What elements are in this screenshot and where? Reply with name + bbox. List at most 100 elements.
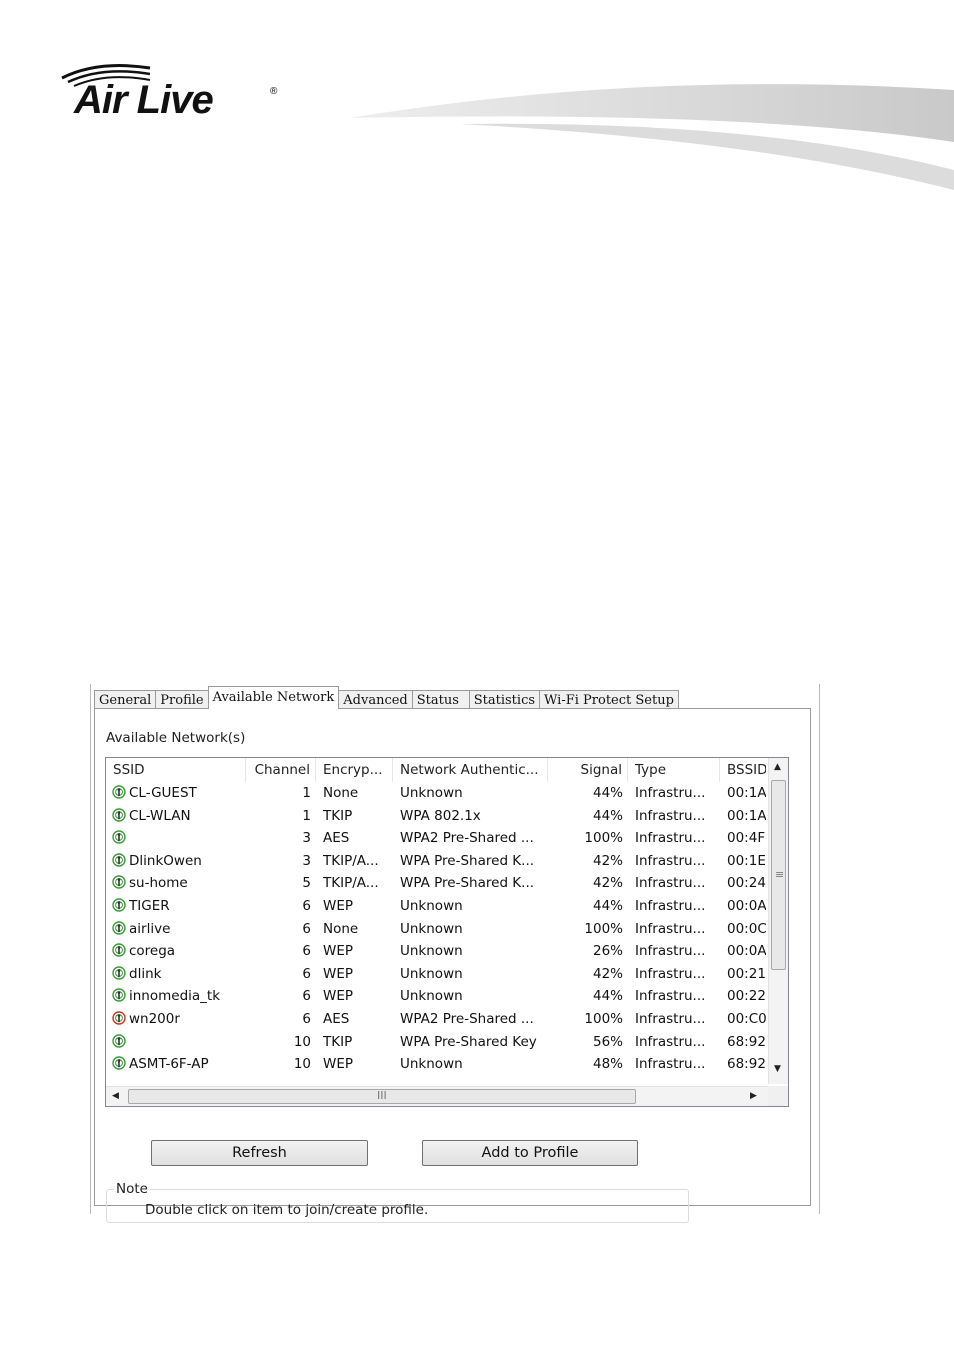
- cell-auth: WPA Pre-Shared K...: [400, 852, 535, 869]
- table-row[interactable]: 10 TKIP WPA Pre-Shared Key 56% Infrastru... 6…: [106, 1031, 766, 1053]
- ssid-text: TIGER: [129, 898, 170, 914]
- cell-encryption: TKIP: [323, 807, 353, 824]
- tab-profile[interactable]: Profile: [155, 690, 209, 709]
- cell-bssid: 00:1A: [727, 785, 766, 801]
- table-row[interactable]: ASMT-6F-AP 10 WEP Unknown 48% Infrastru... 68:…: [106, 1053, 766, 1075]
- table-row[interactable]: corega 6 WEP Unknown 26% Infrastru... 00:0A: [106, 940, 766, 962]
- wifi-ap-icon: [112, 875, 126, 890]
- cell-channel: 1: [302, 807, 311, 824]
- tab-general[interactable]: General: [94, 690, 157, 709]
- column-header-type[interactable]: Type: [628, 758, 720, 782]
- table-row[interactable]: airlive 6 None Unknown 100% Infrastru... 00:0C: [106, 918, 766, 940]
- wifi-ap-icon: [112, 943, 126, 957]
- cell-bssid: 68:92: [727, 1033, 766, 1050]
- cell-ssid: TIGER: [106, 895, 246, 917]
- wifi-ap-icon: [112, 830, 126, 844]
- cell-encryption: WEP: [323, 943, 354, 960]
- cell-signal: 48%: [592, 1056, 623, 1073]
- add-to-profile-button[interactable]: Add to Profile: [422, 1140, 638, 1166]
- tab-statistics[interactable]: Statistics: [468, 690, 541, 709]
- cell-type: Infrastru...: [635, 807, 706, 824]
- tab-advanced[interactable]: Advanced: [338, 690, 413, 709]
- cell-ssid: wn200r: [106, 1008, 246, 1030]
- column-header-auth[interactable]: Network Authentic...: [393, 758, 548, 782]
- vertical-scrollbar[interactable]: ▲ ≡ ▼: [768, 758, 788, 1084]
- cell-ssid: DlinkOwen: [106, 850, 246, 872]
- ssid-text: corega: [129, 943, 176, 960]
- cell-ssid: airlive: [106, 918, 246, 940]
- cell-type: Infrastru...: [635, 965, 706, 982]
- cell-channel: 1: [302, 785, 311, 801]
- refresh-button[interactable]: Refresh: [151, 1140, 368, 1166]
- grip-icon: III: [377, 1089, 387, 1102]
- ssid-text: ASMT-6F-AP: [129, 1056, 209, 1073]
- ssid-text: CL-WLAN: [129, 807, 191, 824]
- scroll-down-arrow-icon[interactable]: ▼: [774, 1064, 781, 1074]
- cell-type: Infrastru...: [635, 875, 706, 892]
- network-list[interactable]: SSID Channel Encryp... Network Authentic…: [105, 757, 789, 1107]
- cell-bssid: 00:24: [727, 875, 766, 892]
- cell-channel: 6: [302, 965, 311, 982]
- column-header-signal[interactable]: Signal: [548, 758, 628, 782]
- cell-encryption: AES: [323, 830, 350, 847]
- cell-bssid: 00:22: [727, 988, 766, 1005]
- cell-bssid: 00:1A: [727, 807, 766, 824]
- cell-encryption: TKIP/A...: [323, 875, 379, 892]
- cell-bssid: 00:21: [727, 965, 766, 982]
- cell-auth: Unknown: [400, 943, 463, 960]
- column-header-bssid[interactable]: BSSID: [720, 758, 766, 782]
- scroll-left-arrow-icon[interactable]: ◀: [112, 1091, 119, 1101]
- note-title: Note: [114, 1181, 150, 1197]
- cell-type: Infrastru...: [635, 1056, 706, 1073]
- table-row[interactable]: CL-GUEST 1 None Unknown 44% Infrastru... 00:1A: [106, 782, 766, 804]
- cell-ssid: corega: [106, 940, 246, 962]
- cell-ssid: [106, 827, 246, 849]
- cell-signal: 100%: [584, 830, 623, 847]
- table-row[interactable]: innomedia_tk 6 WEP Unknown 44% Infrastru... 00…: [106, 985, 766, 1007]
- cell-channel: 6: [302, 943, 311, 960]
- ssid-text: airlive: [129, 920, 171, 937]
- tab-wifi-protect-setup[interactable]: Wi-Fi Protect Setup: [539, 690, 679, 709]
- vertical-scroll-thumb[interactable]: ≡: [771, 780, 786, 970]
- header-swoosh-decoration: [350, 84, 954, 190]
- cell-type: Infrastru...: [635, 830, 706, 847]
- cell-bssid: 68:92: [727, 1056, 766, 1073]
- cell-channel: 6: [302, 898, 311, 914]
- column-header-channel[interactable]: Channel: [246, 758, 316, 782]
- table-row[interactable]: DlinkOwen 3 TKIP/A... WPA Pre-Shared K... 42…: [106, 850, 766, 872]
- tab-status[interactable]: Status: [411, 690, 470, 709]
- cell-bssid: 00:4F: [727, 830, 766, 847]
- cell-auth: Unknown: [400, 920, 463, 937]
- ssid-text: DlinkOwen: [129, 852, 202, 869]
- wifi-ap-connected-icon: [112, 1011, 126, 1025]
- scroll-right-arrow-icon[interactable]: ▶: [750, 1091, 757, 1101]
- cell-encryption: None: [323, 920, 359, 937]
- cell-encryption: AES: [323, 1011, 350, 1027]
- airlive-logo: Air Live ®: [58, 58, 298, 128]
- cell-auth: WPA Pre-Shared Key: [400, 1033, 537, 1050]
- cell-ssid: innomedia_tk: [106, 985, 246, 1007]
- cell-channel: 6: [302, 920, 311, 937]
- horizontal-scrollbar[interactable]: ◀ III ▶: [106, 1086, 788, 1106]
- scroll-up-arrow-icon[interactable]: ▲: [774, 762, 781, 772]
- column-header-ssid[interactable]: SSID: [106, 758, 246, 782]
- cell-type: Infrastru...: [635, 920, 706, 937]
- table-row[interactable]: wn200r 6 AES WPA2 Pre-Shared ... 100% Infrast…: [106, 1008, 766, 1030]
- cell-channel: 5: [302, 875, 311, 892]
- table-row[interactable]: su-home 5 TKIP/A... WPA Pre-Shared K... 42% I…: [106, 872, 766, 894]
- note-text: Double click on item to join/create prof…: [145, 1202, 429, 1218]
- table-row[interactable]: dlink 6 WEP Unknown 42% Infrastru... 00:21: [106, 963, 766, 985]
- table-row[interactable]: CL-WLAN 1 TKIP WPA 802.1x 44% Infrastru... 00:…: [106, 805, 766, 827]
- horizontal-scroll-thumb[interactable]: III: [128, 1089, 636, 1104]
- column-header-encryption[interactable]: Encryp...: [316, 758, 393, 782]
- cell-signal: 44%: [592, 988, 623, 1005]
- table-row[interactable]: 3 AES WPA2 Pre-Shared ... 100% Infrastru... 0…: [106, 827, 766, 849]
- cell-type: Infrastru...: [635, 1011, 706, 1027]
- ssid-text: su-home: [129, 875, 188, 892]
- ssid-text: dlink: [129, 965, 162, 982]
- cell-auth: WPA2 Pre-Shared ...: [400, 830, 534, 847]
- cell-type: Infrastru...: [635, 785, 706, 801]
- cell-auth: Unknown: [400, 1056, 463, 1073]
- tab-available-network[interactable]: Available Network: [207, 686, 340, 709]
- table-row[interactable]: TIGER 6 WEP Unknown 44% Infrastru... 00:0A: [106, 895, 766, 917]
